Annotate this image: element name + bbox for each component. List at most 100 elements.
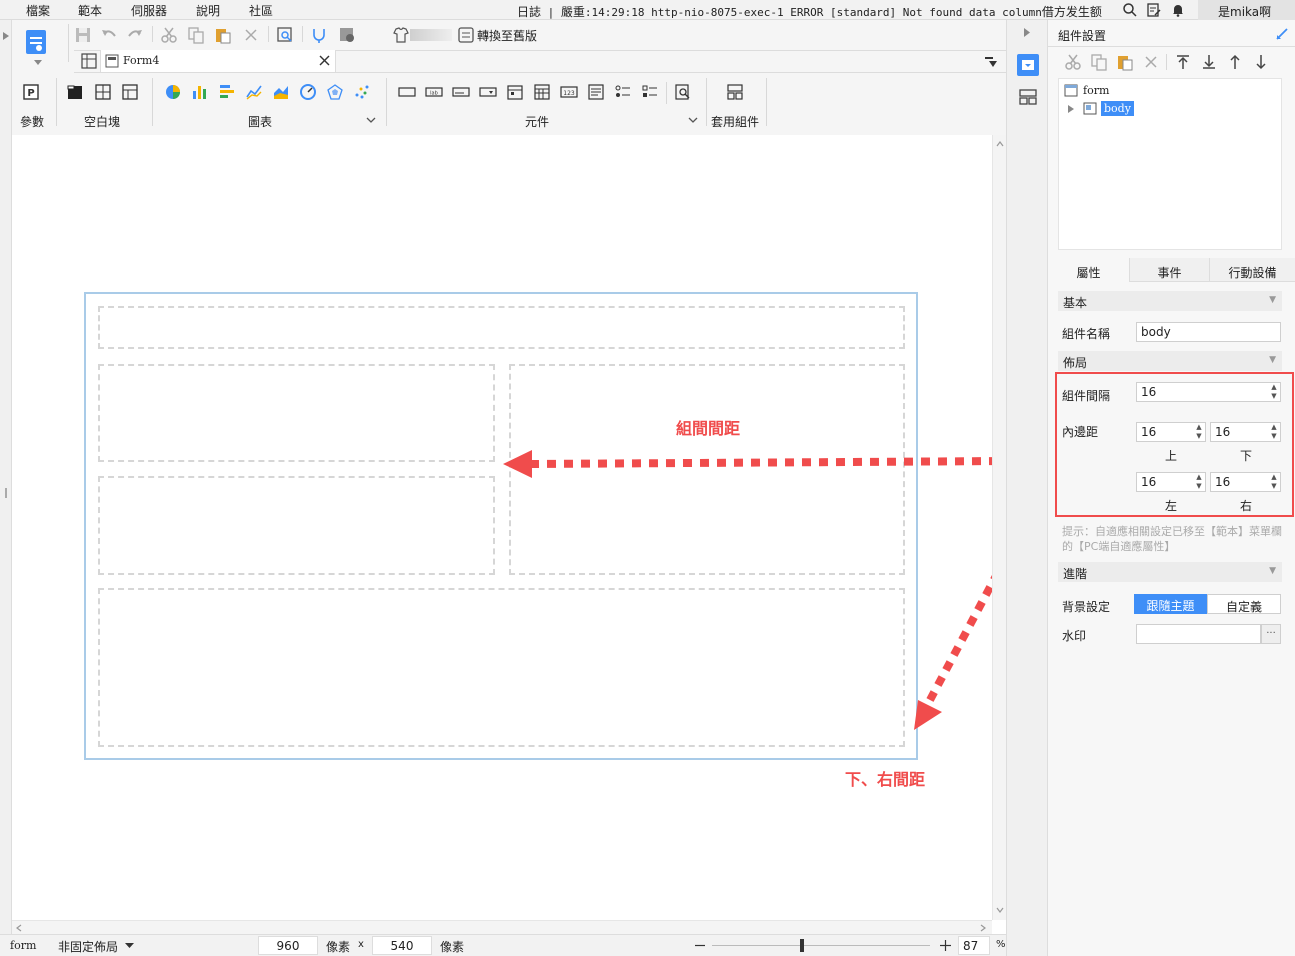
- blank-block-split-icon[interactable]: [94, 83, 112, 101]
- zoom-out-icon[interactable]: [695, 944, 705, 947]
- blank-block-tab-icon[interactable]: [121, 83, 139, 101]
- horizontal-scrollbar[interactable]: [12, 920, 992, 934]
- watermark-input[interactable]: [1136, 624, 1261, 644]
- drag-handle[interactable]: [5, 488, 7, 498]
- padding-top-input[interactable]: 16 ▲ ▼: [1136, 422, 1206, 442]
- parameter-icon[interactable]: P: [22, 83, 40, 101]
- section-basic[interactable]: 基本 ▼: [1058, 291, 1282, 311]
- spinner-icon[interactable]: ▲ ▼: [1268, 423, 1280, 441]
- pie-chart-icon[interactable]: [164, 83, 182, 101]
- area-chart-icon[interactable]: [272, 83, 290, 101]
- template-list-icon[interactable]: [24, 28, 50, 58]
- layout-dropdown-icon[interactable]: [125, 943, 134, 949]
- close-tab-icon[interactable]: [319, 55, 330, 66]
- menu-help[interactable]: 說明: [196, 2, 220, 19]
- panel-paste-icon[interactable]: [1116, 53, 1134, 71]
- spinner-icon[interactable]: ▲ ▼: [1193, 473, 1205, 491]
- form-body[interactable]: [84, 292, 918, 760]
- convert-icon[interactable]: [457, 26, 475, 44]
- tree-node-body[interactable]: body: [1101, 101, 1134, 116]
- padding-bottom-input[interactable]: 16 ▲ ▼: [1210, 422, 1281, 442]
- layout-cell[interactable]: [98, 476, 495, 575]
- menu-community[interactable]: 社區: [249, 2, 273, 19]
- paste-icon[interactable]: [214, 26, 232, 44]
- panel-copy-icon[interactable]: [1090, 53, 1108, 71]
- zoom-slider-track[interactable]: [712, 945, 930, 946]
- bar-chart-icon[interactable]: [191, 83, 209, 101]
- menu-server[interactable]: 伺服器: [131, 2, 167, 19]
- debug-icon[interactable]: [338, 26, 356, 44]
- menu-template[interactable]: 範本: [78, 2, 102, 19]
- layout-cell[interactable]: [98, 364, 495, 462]
- padding-right-input[interactable]: 16 ▲ ▼: [1210, 472, 1281, 492]
- expand-right-icon[interactable]: [3, 32, 9, 40]
- tab-form4[interactable]: Form4: [100, 50, 336, 72]
- zoom-input[interactable]: 87: [958, 936, 990, 955]
- left-collapse-strip[interactable]: [0, 20, 12, 956]
- section-advanced[interactable]: 進階 ▼: [1058, 562, 1282, 582]
- date-widget-icon[interactable]: [506, 83, 524, 101]
- radio-group-icon[interactable]: [614, 83, 632, 101]
- canvas-height-input[interactable]: 540: [372, 936, 432, 955]
- move-down-icon[interactable]: [1252, 53, 1270, 71]
- cut-icon[interactable]: [160, 26, 178, 44]
- move-up-icon[interactable]: [1226, 53, 1244, 71]
- dropdown-widget-icon[interactable]: [479, 83, 497, 101]
- component-library-icon[interactable]: [1018, 88, 1038, 106]
- bell-icon[interactable]: [1170, 2, 1186, 18]
- zoom-slider-thumb[interactable]: [800, 939, 804, 952]
- convert-button[interactable]: 轉換至舊版: [477, 27, 537, 44]
- number-widget-icon[interactable]: 123: [560, 83, 578, 101]
- edit-note-icon[interactable]: [1146, 2, 1162, 18]
- tree-expand-icon[interactable]: [1068, 105, 1074, 113]
- preview-icon[interactable]: [276, 26, 294, 44]
- bg-custom-button[interactable]: 自定義: [1207, 594, 1281, 614]
- panel-cut-icon[interactable]: [1064, 53, 1082, 71]
- scroll-up-icon[interactable]: [996, 141, 1004, 147]
- calendar-widget-icon[interactable]: [533, 83, 551, 101]
- dropdown-menu-icon[interactable]: [984, 56, 998, 68]
- textarea-widget-icon[interactable]: [587, 83, 605, 101]
- theme-swatch[interactable]: [410, 29, 452, 41]
- panel-delete-icon[interactable]: [1142, 53, 1160, 71]
- button-widget-icon[interactable]: [398, 83, 416, 101]
- copy-icon[interactable]: [187, 26, 205, 44]
- save-icon[interactable]: [74, 26, 92, 44]
- tree-node-form[interactable]: form: [1083, 84, 1109, 97]
- layout-cell[interactable]: [98, 306, 905, 349]
- label-widget-icon[interactable]: lab: [425, 83, 443, 101]
- delete-icon[interactable]: [242, 26, 260, 44]
- layout-mode-select[interactable]: 非固定佈局: [58, 938, 118, 955]
- log-message[interactable]: 日誌 | 嚴重:14:29:18 http-nio-8075-exec-1 ER…: [517, 3, 1102, 20]
- chart-expand-icon[interactable]: [366, 117, 376, 124]
- padding-left-input[interactable]: 16 ▲ ▼: [1136, 472, 1206, 492]
- component-settings-toggle[interactable]: [1017, 54, 1039, 76]
- bg-follow-theme-button[interactable]: 跟隨主題: [1134, 594, 1207, 614]
- scroll-down-icon[interactable]: [996, 907, 1004, 913]
- radar-chart-icon[interactable]: [326, 83, 344, 101]
- zoom-in-icon[interactable]: [940, 940, 951, 951]
- checkbox-group-icon[interactable]: [641, 83, 659, 101]
- tab-events[interactable]: 事件: [1130, 258, 1210, 282]
- text-widget-icon[interactable]: [452, 83, 470, 101]
- scroll-right-icon[interactable]: [980, 924, 986, 932]
- blank-block-solid-icon[interactable]: [66, 83, 84, 101]
- template-dropdown-icon[interactable]: [34, 60, 42, 66]
- collapse-right-icon[interactable]: [1024, 28, 1030, 37]
- line-chart-icon[interactable]: [245, 83, 263, 101]
- redo-icon[interactable]: [126, 26, 144, 44]
- component-name-input[interactable]: body: [1136, 322, 1281, 342]
- horizontal-bar-icon[interactable]: [218, 83, 236, 101]
- widget-expand-icon[interactable]: [688, 117, 698, 124]
- spinner-icon[interactable]: ▲ ▼: [1268, 383, 1280, 401]
- spinner-icon[interactable]: ▲ ▼: [1268, 473, 1280, 491]
- user-name[interactable]: 是mika啊: [1198, 0, 1295, 20]
- menu-file[interactable]: 檔案: [26, 2, 50, 19]
- scroll-left-icon[interactable]: [16, 924, 22, 932]
- section-layout[interactable]: 佈局 ▼: [1058, 351, 1282, 371]
- layout-cell[interactable]: [98, 588, 905, 747]
- plugin-icon[interactable]: [310, 26, 328, 44]
- search-icon[interactable]: [1122, 2, 1138, 18]
- gauge-chart-icon[interactable]: [299, 83, 317, 101]
- move-bottom-icon[interactable]: [1200, 53, 1218, 71]
